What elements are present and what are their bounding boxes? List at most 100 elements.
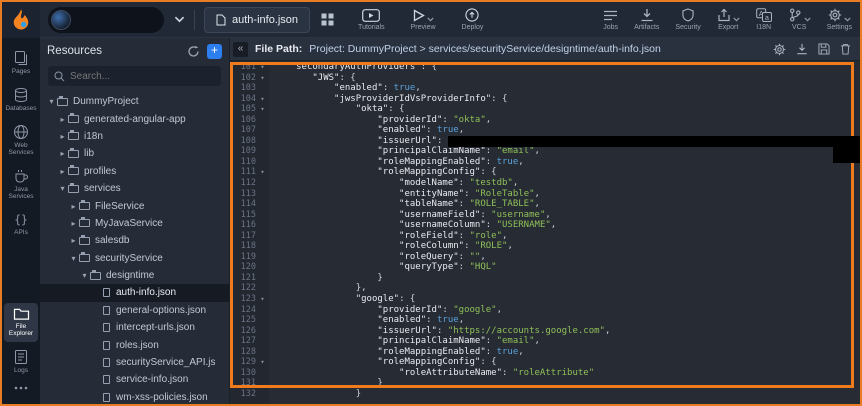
- tree-item-folder[interactable]: ▾designtime: [40, 267, 229, 284]
- project-selector[interactable]: [48, 7, 164, 33]
- tree-item-file[interactable]: securityService_API.js: [40, 354, 229, 371]
- artifacts-button[interactable]: Artifacts: [634, 8, 659, 31]
- fold-icon[interactable]: ▾: [256, 94, 269, 105]
- flame-logo-icon: [11, 8, 31, 31]
- editor-settings-gear-icon[interactable]: [773, 43, 786, 56]
- line-number: 103: [230, 83, 256, 94]
- sidebar-item-apis[interactable]: {} APIs: [4, 208, 38, 241]
- code-token: true: [437, 315, 459, 326]
- chevron-down-icon[interactable]: ▾: [46, 97, 57, 106]
- app-logo[interactable]: [2, 2, 40, 38]
- code-token: "testdb": [470, 178, 513, 189]
- line-number: 117: [230, 231, 256, 242]
- tree-item-file[interactable]: roles.json: [40, 336, 229, 353]
- code-token: "modelName": [399, 178, 459, 189]
- tree-item-folder[interactable]: ▸profiles: [40, 163, 229, 180]
- chevron-down-icon[interactable]: ▾: [79, 271, 90, 280]
- settings-button[interactable]: Settings: [827, 8, 852, 31]
- tree-item-folder[interactable]: ▸generated-angular-app: [40, 110, 229, 127]
- code-token: :: [464, 189, 475, 200]
- code-token: "roleQuery": [399, 252, 459, 263]
- export-chevron-down-icon[interactable]: [733, 17, 740, 22]
- jobs-button[interactable]: Jobs: [603, 9, 618, 31]
- chevron-right-icon[interactable]: ▸: [68, 202, 79, 211]
- security-button[interactable]: Security: [675, 8, 700, 31]
- folder-icon: [13, 307, 30, 321]
- add-resource-button[interactable]: +: [207, 44, 222, 59]
- preview-button[interactable]: Preview: [411, 9, 436, 31]
- tree-item-file[interactable]: intercept-urls.json: [40, 319, 229, 336]
- chevron-right-icon[interactable]: ▸: [68, 236, 79, 245]
- settings-chevron-down-icon[interactable]: [844, 17, 851, 22]
- code-area[interactable]: 101▾ "secondaryAuthProviders": {102▾ "JW…: [230, 61, 860, 404]
- code-token: "roleMappingEnabled": [377, 157, 485, 168]
- tree-item-file[interactable]: service-info.json: [40, 371, 229, 388]
- line-number: 126: [230, 326, 256, 337]
- sidebar-item-databases[interactable]: Databases: [4, 83, 38, 117]
- download-file-icon[interactable]: [796, 43, 808, 55]
- sidebar-item-more[interactable]: [4, 382, 38, 395]
- refresh-icon[interactable]: [187, 45, 200, 58]
- chevron-right-icon[interactable]: ▸: [57, 149, 68, 158]
- line-number: 128: [230, 347, 256, 358]
- export-button[interactable]: Export: [717, 8, 740, 31]
- fold-icon[interactable]: ▾: [256, 294, 269, 305]
- fold-icon[interactable]: ▾: [256, 357, 269, 368]
- folder-icon: [90, 272, 101, 280]
- chevron-right-icon[interactable]: ▸: [57, 115, 68, 124]
- tree-item-folder[interactable]: ▸FileService: [40, 197, 229, 214]
- i18n-button[interactable]: Aa I18N: [756, 8, 772, 31]
- code-token: "HQL": [470, 262, 497, 273]
- vcs-button[interactable]: VCS: [788, 8, 811, 31]
- tree-item-label: lib: [84, 148, 94, 159]
- sidebar-item-logs[interactable]: Logs: [4, 345, 38, 379]
- code-line: 101▾ "secondaryAuthProviders": {: [230, 62, 860, 73]
- code-token: [269, 104, 356, 115]
- tree-item-folder[interactable]: ▾DummyProject: [40, 93, 229, 110]
- project-chevron-down-icon[interactable]: [174, 16, 185, 23]
- tree-item-file[interactable]: auth-info.json: [40, 284, 229, 301]
- code-token: [269, 167, 377, 178]
- chevron-right-icon[interactable]: ▸: [57, 132, 68, 141]
- code-token: ,: [605, 326, 610, 337]
- tree-item-folder[interactable]: ▸MyJavaService: [40, 215, 229, 232]
- search-input[interactable]: [70, 71, 215, 82]
- code-token: true: [497, 347, 519, 358]
- chevron-right-icon[interactable]: ▸: [68, 219, 79, 228]
- tree-item-folder[interactable]: ▸ lib: [40, 145, 229, 162]
- tree-item-file[interactable]: wm-xss-policies.json: [40, 389, 229, 404]
- sidebar-item-file-explorer[interactable]: File Explorer: [4, 303, 38, 342]
- chevron-down-icon[interactable]: ▾: [68, 254, 79, 263]
- tree-item-folder[interactable]: ▾securityService: [40, 250, 229, 267]
- tree-item-file[interactable]: general-options.json: [40, 302, 229, 319]
- tree-item-folder[interactable]: ▸salesdb: [40, 232, 229, 249]
- preview-chevron-down-icon[interactable]: [427, 17, 434, 22]
- tree-item-folder[interactable]: ▾services: [40, 180, 229, 197]
- fold-icon[interactable]: ▾: [256, 73, 269, 84]
- tutorials-label: Tutorials: [358, 24, 385, 31]
- collapse-sidebar-icon[interactable]: «: [233, 42, 248, 57]
- code-line: 127 "principalClaimName": "email",: [230, 336, 860, 347]
- code-token: ,: [497, 305, 502, 316]
- chevron-right-icon[interactable]: ▸: [57, 167, 68, 176]
- sidebar-item-web-services[interactable]: Web Services: [4, 120, 38, 161]
- vcs-chevron-down-icon[interactable]: [804, 17, 811, 22]
- sidebar-item-pages[interactable]: Pages: [4, 46, 38, 80]
- fold-icon[interactable]: ▾: [256, 167, 269, 178]
- project-avatar: [51, 10, 71, 30]
- translate-icon: Aa: [756, 8, 772, 22]
- search-box[interactable]: [48, 66, 221, 86]
- deploy-button[interactable]: Deploy: [462, 8, 484, 31]
- code-token: [269, 347, 377, 358]
- delete-file-icon[interactable]: [840, 43, 851, 55]
- chevron-down-icon[interactable]: ▾: [57, 184, 68, 193]
- save-file-icon[interactable]: [818, 43, 830, 55]
- breadcrumb: Project: DummyProject > services/securit…: [309, 43, 766, 55]
- tree-item-folder[interactable]: ▸i18n: [40, 128, 229, 145]
- fold-icon[interactable]: ▾: [256, 62, 269, 73]
- tab-auth-info-json[interactable]: auth-info.json: [204, 7, 310, 33]
- grid-icon[interactable]: [321, 13, 334, 26]
- tutorials-button[interactable]: Tutorials: [358, 9, 385, 31]
- sidebar-item-java-services[interactable]: Java Services: [4, 164, 38, 205]
- fold-icon[interactable]: ▾: [256, 104, 269, 115]
